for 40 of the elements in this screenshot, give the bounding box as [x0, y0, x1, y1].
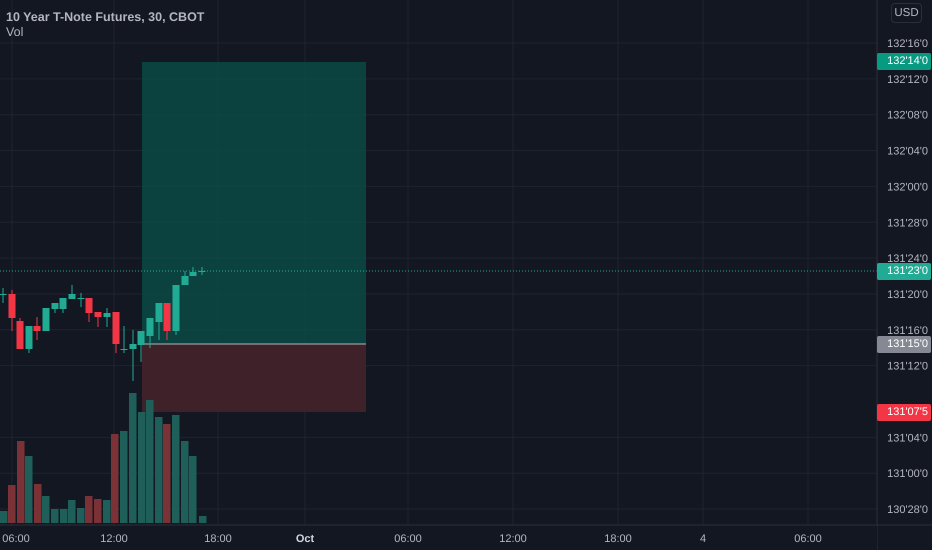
- price-tag: 131'15'0: [877, 336, 931, 352]
- price-label: 132'08'0: [887, 110, 928, 122]
- time-label: 4: [700, 533, 706, 545]
- price-label: 130'28'0: [887, 504, 928, 516]
- price-label: 132'04'0: [887, 146, 928, 158]
- price-tag: 131'23'0: [877, 262, 931, 280]
- time-label: 12:00: [499, 533, 527, 545]
- price-tag: 131'07'5: [877, 404, 931, 420]
- price-label: 131'24'0: [887, 253, 928, 266]
- time-label: 18:00: [604, 533, 632, 545]
- indicator-label: Vol: [6, 25, 24, 39]
- time-label: 18:00: [204, 533, 232, 545]
- price-label: 131'12'0: [887, 360, 928, 373]
- volume-bar: [94, 499, 102, 523]
- candle: [0, 288, 6, 304]
- candle: [42, 308, 50, 332]
- time-label: 06:00: [794, 533, 822, 545]
- volume-bar: [199, 516, 206, 523]
- candle: [104, 308, 110, 328]
- price-label: 132'12'0: [887, 74, 928, 86]
- price-label: 132'00'0: [887, 181, 928, 194]
- price-label: 131'04'0: [887, 432, 928, 444]
- candle: [146, 318, 154, 348]
- candle: [68, 284, 76, 300]
- time-label: 12:00: [100, 533, 128, 545]
- price-label: 131'00'0: [887, 468, 928, 480]
- candle: [94, 312, 102, 328]
- time-label: 06:00: [394, 533, 422, 545]
- volume-bar: [51, 509, 58, 523]
- price-label: 131'20'0: [887, 288, 928, 301]
- price-label: 131'28'0: [887, 217, 928, 230]
- price-label: 132'16'0: [887, 38, 928, 50]
- candle: [172, 284, 180, 336]
- time-label: Oct: [296, 533, 314, 545]
- legend-title: 10 Year T-Note Futures, 30, CBOT: [6, 10, 204, 24]
- price-tag: 132'14'0: [877, 52, 931, 70]
- price-label: 131'16'0: [887, 324, 928, 337]
- time-label: 06:00: [2, 533, 30, 545]
- currency-button[interactable]: USD: [891, 3, 922, 23]
- candle: [198, 266, 206, 276]
